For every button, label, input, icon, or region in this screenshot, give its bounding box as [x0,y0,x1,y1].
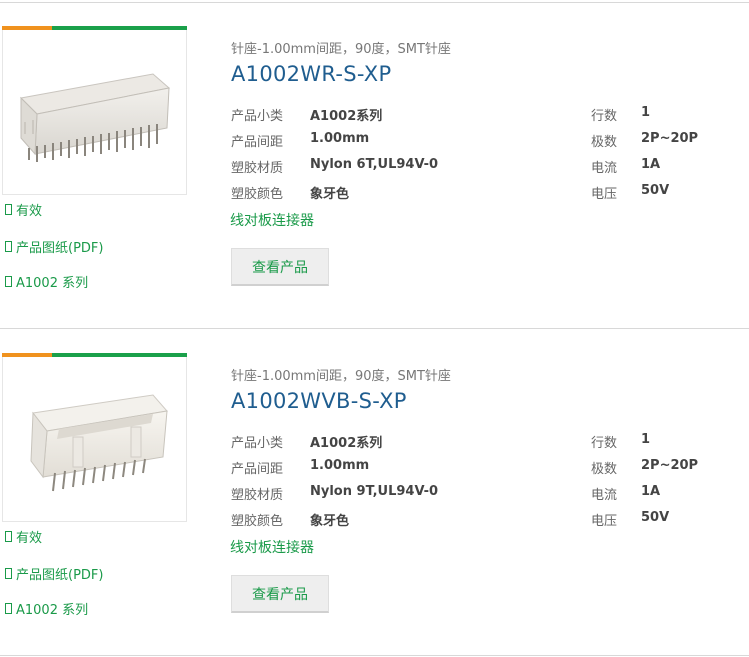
drawing-pdf-link[interactable]: 产品图纸(PDF) [5,237,103,256]
product-thumbnail-column [2,26,187,195]
square-icon [5,204,12,215]
series-link[interactable]: A1002 系列 [5,272,88,291]
spec-row: 塑胶材质 Nylon 6T,UL94V-0 [231,157,439,176]
card-divider [0,328,749,329]
spec-row: 电压 50V [591,183,670,202]
spec-row: 行数 1 [591,105,651,124]
spec-row: 产品间距 1.00mm [231,458,370,477]
spec-row: 塑胶颜色 象牙色 [231,514,350,529]
status-link[interactable]: 有效 [5,200,42,219]
spec-row: 产品间距 1.00mm [231,131,370,150]
view-product-button[interactable]: 查看产品 [231,575,329,613]
product-card: 有效 产品图纸(PDF) A1002 系列 针座-1.00mm间距，90度，SM… [0,26,749,353]
product-subtitle: 针座-1.00mm间距，90度，SMT针座 [231,42,451,57]
product-thumbnail-column [2,353,187,522]
category-link[interactable]: 线对板连接器 [230,537,314,557]
square-icon [5,241,12,252]
square-icon [5,603,12,614]
category-link[interactable]: 线对板连接器 [230,210,314,230]
spec-row: 极数 2P~20P [591,458,699,477]
product-card: 有效 产品图纸(PDF) A1002 系列 针座-1.00mm间距，90度，SM… [0,353,749,657]
square-icon [5,276,12,287]
spec-row: 电流 1A [591,157,661,176]
spec-row: 电压 50V [591,510,670,529]
product-subtitle: 针座-1.00mm间距，90度，SMT针座 [231,369,451,384]
connector-wvb-photo-icon [30,394,168,492]
drawing-pdf-link[interactable]: 产品图纸(PDF) [5,564,103,583]
product-image[interactable] [2,357,187,522]
spec-row: 行数 1 [591,432,651,451]
top-divider [0,2,749,3]
series-link[interactable]: A1002 系列 [5,599,88,618]
view-product-button[interactable]: 查看产品 [231,248,329,286]
square-icon [5,531,12,542]
square-icon [5,568,12,579]
spec-row: 产品小类 A1002系列 [231,436,383,451]
card-divider [0,655,749,656]
spec-row: 极数 2P~20P [591,131,699,150]
spec-row: 产品小类 A1002系列 [231,109,383,124]
spec-row: 塑胶颜色 象牙色 [231,187,350,202]
connector-wr-photo-icon [19,73,171,162]
product-image[interactable] [2,30,187,195]
spec-row: 电流 1A [591,484,661,503]
product-title[interactable]: A1002WR-S-XP [231,62,391,86]
product-title[interactable]: A1002WVB-S-XP [231,389,407,413]
spec-row: 塑胶材质 Nylon 9T,UL94V-0 [231,484,439,503]
status-link[interactable]: 有效 [5,527,42,546]
